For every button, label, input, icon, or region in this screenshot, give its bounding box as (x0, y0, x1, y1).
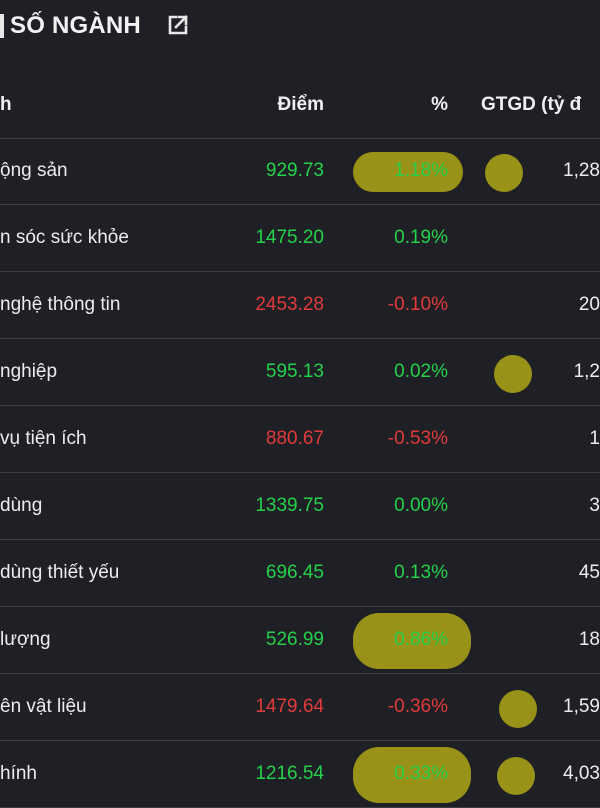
sector-volume: 1,28 (563, 160, 600, 181)
sector-volume (480, 227, 600, 249)
sector-name[interactable]: n sóc sức khỏe (0, 227, 129, 249)
sector-name[interactable]: ộng sản (0, 160, 68, 182)
sector-name[interactable]: nghiệp (0, 361, 57, 383)
sector-volume: 45 (578, 562, 600, 583)
table-row[interactable]: nghiệp 595.13 0.02% 1,2 (0, 339, 600, 406)
column-header-name[interactable]: h (0, 94, 12, 116)
column-header-diem[interactable]: Điểm (278, 94, 324, 116)
table-row[interactable]: n sóc sức khỏe 1475.20 0.19% (0, 205, 600, 272)
sector-name[interactable]: dùng (0, 495, 42, 517)
sector-percent: 0.33% (394, 763, 448, 784)
sector-volume: 1,59 (563, 696, 600, 717)
sector-percent: 0.13% (394, 562, 448, 583)
section-title-text: SỐ NGÀNH (10, 12, 141, 39)
sector-name[interactable]: lượng (0, 629, 51, 651)
sector-points: 1479.64 (255, 696, 324, 717)
sector-table-body: ộng sản 929.73 1.18% 1,28 n sóc sức khỏe… (0, 138, 600, 808)
sector-percent: 0.19% (394, 227, 448, 248)
table-row[interactable]: nghệ thông tin 2453.28 -0.10% 20 (0, 272, 600, 339)
column-header-percent[interactable]: % (431, 94, 448, 116)
title-edge-mark (0, 14, 4, 38)
sector-name[interactable]: vụ tiện ích (0, 428, 87, 450)
sector-percent: -0.10% (387, 294, 448, 315)
sector-volume: 20 (578, 294, 600, 315)
table-row[interactable]: lượng 526.99 0.86% 18 (0, 607, 600, 674)
column-header-gtgd[interactable]: GTGD (tỷ đ (481, 94, 581, 116)
sector-points: 2453.28 (255, 294, 324, 315)
sector-volume: 18 (578, 629, 600, 650)
sector-percent: 0.86% (394, 629, 448, 650)
sector-percent: 0.00% (394, 495, 448, 516)
sector-volume: 1 (589, 428, 600, 449)
sector-points: 595.13 (265, 361, 324, 382)
sector-name[interactable]: nghệ thông tin (0, 294, 120, 316)
sector-percent: 1.18% (394, 160, 448, 181)
sector-points: 696.45 (265, 562, 324, 583)
table-row[interactable]: ộng sản 929.73 1.18% 1,28 (0, 138, 600, 205)
sector-volume: 1,2 (573, 361, 600, 382)
table-row[interactable]: dùng 1339.75 0.00% 3 (0, 473, 600, 540)
external-link-icon[interactable] (166, 13, 190, 37)
table-header: h Điểm % GTGD (tỷ đ (0, 72, 600, 139)
sector-volume: 4,03 (563, 763, 600, 784)
table-row[interactable]: dùng thiết yếu 696.45 0.13% 45 (0, 540, 600, 607)
sector-points: 1216.54 (255, 763, 324, 784)
sector-points: 929.73 (265, 160, 324, 181)
table-row[interactable]: hính 1216.54 0.33% 4,03 (0, 741, 600, 808)
section-title: SỐ NGÀNH (0, 0, 600, 58)
sector-points: 880.67 (265, 428, 324, 449)
sector-points: 1475.20 (255, 227, 324, 248)
sector-points: 1339.75 (255, 495, 324, 516)
sector-percent: -0.53% (387, 428, 448, 449)
sector-points: 526.99 (265, 629, 324, 650)
sector-name[interactable]: ên vật liệu (0, 696, 87, 718)
table-row[interactable]: ên vật liệu 1479.64 -0.36% 1,59 (0, 674, 600, 741)
sector-volume: 3 (589, 495, 600, 516)
table-row[interactable]: vụ tiện ích 880.67 -0.53% 1 (0, 406, 600, 473)
sector-percent: 0.02% (394, 361, 448, 382)
sector-percent: -0.36% (387, 696, 448, 717)
sector-name[interactable]: dùng thiết yếu (0, 562, 119, 584)
sector-name[interactable]: hính (0, 763, 37, 785)
